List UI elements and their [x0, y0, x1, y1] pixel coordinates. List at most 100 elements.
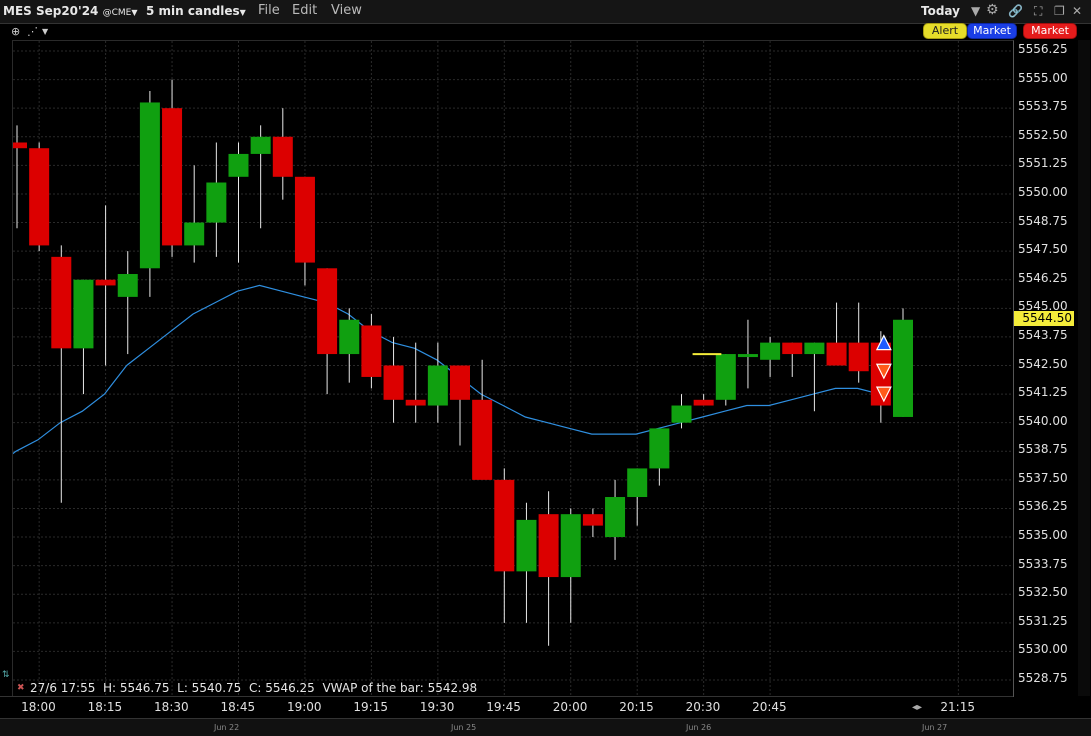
time-axis-label: 19:15: [353, 700, 388, 714]
price-axis-label: 5540.00: [1018, 413, 1068, 428]
date-axis-label: Jun 26: [686, 723, 712, 732]
candlestick-chart: [13, 41, 1013, 697]
candle-body: [737, 354, 758, 358]
price-axis-label: 5532.50: [1018, 585, 1068, 600]
info-close: C: 5546.25: [248, 681, 315, 695]
time-axis-label: 18:30: [154, 700, 189, 714]
candle-body: [715, 354, 736, 400]
price-axis-label: 5531.25: [1018, 613, 1068, 628]
price-axis-label: 5552.50: [1018, 127, 1068, 142]
candle-body: [538, 514, 559, 578]
range-selector[interactable]: Today: [921, 4, 960, 18]
candle-body: [317, 268, 338, 355]
chevron-down-icon[interactable]: ▼: [42, 27, 48, 36]
candle-body: [339, 319, 360, 355]
price-axis-label: 5530.00: [1018, 642, 1068, 657]
draw-tool-icon[interactable]: ⋰: [27, 25, 38, 38]
time-axis-label: 20:00: [552, 700, 588, 714]
candle-body: [649, 428, 670, 469]
gear-icon[interactable]: ⚙: [986, 2, 999, 18]
menu-file[interactable]: File: [258, 3, 280, 18]
chevron-down-icon[interactable]: ▼: [971, 4, 980, 18]
price-axis-label: 5555.00: [1018, 70, 1068, 85]
info-vwap: VWAP of the bar: 5542.98: [322, 681, 478, 695]
time-axis-label: 20:30: [685, 700, 721, 714]
price-axis-label: 5556.25: [1018, 42, 1068, 56]
alert-button[interactable]: Alert: [923, 23, 967, 39]
time-axis-label: 19:00: [286, 700, 322, 714]
time-axis-label: 20:45: [752, 700, 787, 714]
info-low: L: 5540.75: [177, 681, 242, 695]
candle-body: [383, 365, 404, 400]
menu-view[interactable]: View: [331, 3, 362, 18]
candle-body: [162, 108, 183, 246]
candle-body: [427, 365, 448, 406]
candle-body: [361, 325, 382, 377]
candle-body: [472, 399, 493, 480]
time-axis-label: 21:15: [940, 700, 975, 714]
time-axis-label: 18:45: [220, 700, 256, 714]
price-axis-label: 5551.25: [1018, 156, 1068, 171]
candle-body: [804, 342, 825, 355]
time-axis-label: 19:30: [419, 700, 455, 714]
time-axis-label: 18:00: [21, 700, 56, 714]
interval-selector[interactable]: 5 min candles▼: [146, 4, 246, 18]
chevron-down-icon: ▼: [131, 8, 138, 17]
time-axis-label: 19:45: [486, 700, 521, 714]
bar-info-readout: 27/6 17:55 H: 5546.75 L: 5540.75 C: 5546…: [30, 681, 477, 695]
price-axis-label: 5547.50: [1018, 242, 1068, 257]
interval-label: 5 min candles: [146, 4, 240, 18]
candle-body: [206, 182, 227, 223]
symbol-label: MES Sep20'24: [3, 4, 99, 18]
price-axis-label: 5533.75: [1018, 556, 1068, 571]
candle-body: [117, 274, 138, 297]
crosshair-icon[interactable]: ⊕: [11, 25, 20, 38]
price-axis-label: 5537.50: [1018, 470, 1068, 485]
candle-body: [782, 342, 803, 355]
price-axis-label: 5536.25: [1018, 499, 1068, 514]
candle-body: [95, 279, 116, 286]
candle-body: [516, 519, 537, 572]
expand-icon[interactable]: ⛶: [1034, 4, 1042, 19]
price-axis-label: 5550.00: [1018, 184, 1068, 199]
candle-body: [51, 256, 72, 349]
candle-body: [228, 153, 249, 177]
candle-body: [73, 279, 94, 349]
chart-plot-area[interactable]: [12, 40, 1014, 697]
price-axis-label: 5543.75: [1018, 327, 1068, 342]
info-high: H: 5546.75: [102, 681, 170, 695]
price-axis-label: 5546.25: [1018, 270, 1068, 285]
candle-body: [582, 514, 603, 526]
symbol-selector[interactable]: MES Sep20'24 @CME▼: [3, 4, 138, 18]
date-axis-label: Jun 22: [214, 723, 240, 732]
price-axis-label: 5538.75: [1018, 442, 1068, 457]
market-buy-button[interactable]: Market: [967, 23, 1017, 39]
price-axis-label: 5553.75: [1018, 99, 1068, 114]
price-axis-label: 5528.75: [1018, 671, 1068, 685]
candle-body: [184, 222, 205, 246]
date-axis-label: Jun 25: [451, 723, 477, 732]
candle-body: [826, 342, 847, 366]
scale-icon[interactable]: ⇅: [2, 670, 10, 680]
candle-body: [405, 399, 426, 406]
candle-body: [29, 148, 50, 246]
price-axis-label: 5548.75: [1018, 213, 1068, 228]
scroll-right-icon[interactable]: ◂▸: [912, 702, 922, 713]
time-axis-label: 20:15: [619, 700, 654, 714]
menu-edit[interactable]: Edit: [292, 3, 317, 18]
candle-body: [693, 399, 714, 406]
last-price-tag: 5544.50: [1014, 310, 1074, 326]
remove-icon[interactable]: ✖: [17, 683, 25, 693]
candle-body: [139, 102, 160, 269]
link-icon[interactable]: 🔗: [1008, 4, 1023, 18]
date-axis-label: Jun 27: [922, 723, 948, 732]
price-axis-label: 5541.25: [1018, 385, 1068, 400]
market-sell-button[interactable]: Market: [1023, 23, 1077, 39]
restore-icon[interactable]: ❐: [1054, 4, 1065, 18]
price-axis-scrollbar[interactable]: [1078, 40, 1090, 696]
candle-body: [848, 342, 869, 372]
candle-body: [605, 497, 626, 538]
price-axis-label: 5535.00: [1018, 528, 1068, 543]
close-icon[interactable]: ✕: [1072, 4, 1082, 18]
candle-body: [560, 514, 581, 578]
